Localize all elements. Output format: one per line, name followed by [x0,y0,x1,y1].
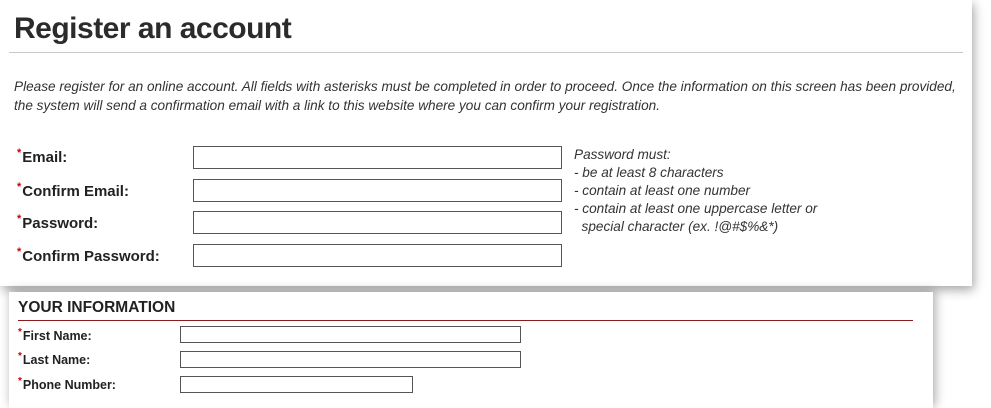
email-input[interactable] [193,146,562,169]
password-rules-heading: Password must: [574,147,671,162]
required-marker: * [18,351,22,362]
first-name-label: *First Name: [18,327,92,343]
confirm-email-label: *Confirm Email: [17,181,129,200]
phone-number-input[interactable] [180,376,413,393]
title-divider [9,52,963,53]
phone-number-label-text: Phone Number: [22,378,116,392]
confirm-email-label-text: Confirm Email: [22,183,129,200]
required-marker: * [17,213,22,225]
section-divider [18,320,913,321]
confirm-password-input[interactable] [193,244,562,267]
your-information-panel: YOUR INFORMATION *First Name: *Last Name… [9,292,933,408]
confirm-password-label: *Confirm Password: [17,246,160,265]
password-rule: - contain at least one uppercase letter … [574,201,818,216]
password-rule: - contain at least one number [574,183,751,198]
last-name-input[interactable] [180,351,521,368]
required-marker: * [17,147,22,159]
last-name-label: *Last Name: [18,351,90,367]
password-requirements: Password must: - be at least 8 character… [574,146,817,236]
password-rule: - be at least 8 characters [574,165,724,180]
email-label-text: Email: [22,149,68,166]
account-panel: Register an account Please register for … [0,0,972,286]
confirm-password-label-text: Confirm Password: [22,248,160,265]
password-rule: special character (ex. !@#$%&*) [574,219,779,234]
section-title: YOUR INFORMATION [18,299,176,316]
first-name-label-text: First Name: [22,329,92,343]
confirm-email-input[interactable] [193,179,562,202]
password-label-text: Password: [22,215,99,232]
password-label: *Password: [17,213,98,232]
required-marker: * [17,246,22,258]
intro-text: Please register for an online account. A… [14,79,956,113]
last-name-label-text: Last Name: [22,353,91,367]
required-marker: * [17,181,22,193]
password-input[interactable] [193,211,562,234]
page-title: Register an account [14,12,292,45]
first-name-input[interactable] [180,326,521,343]
phone-number-label: *Phone Number: [18,376,116,392]
required-marker: * [18,327,22,338]
required-marker: * [18,376,22,387]
email-label: *Email: [17,147,67,166]
